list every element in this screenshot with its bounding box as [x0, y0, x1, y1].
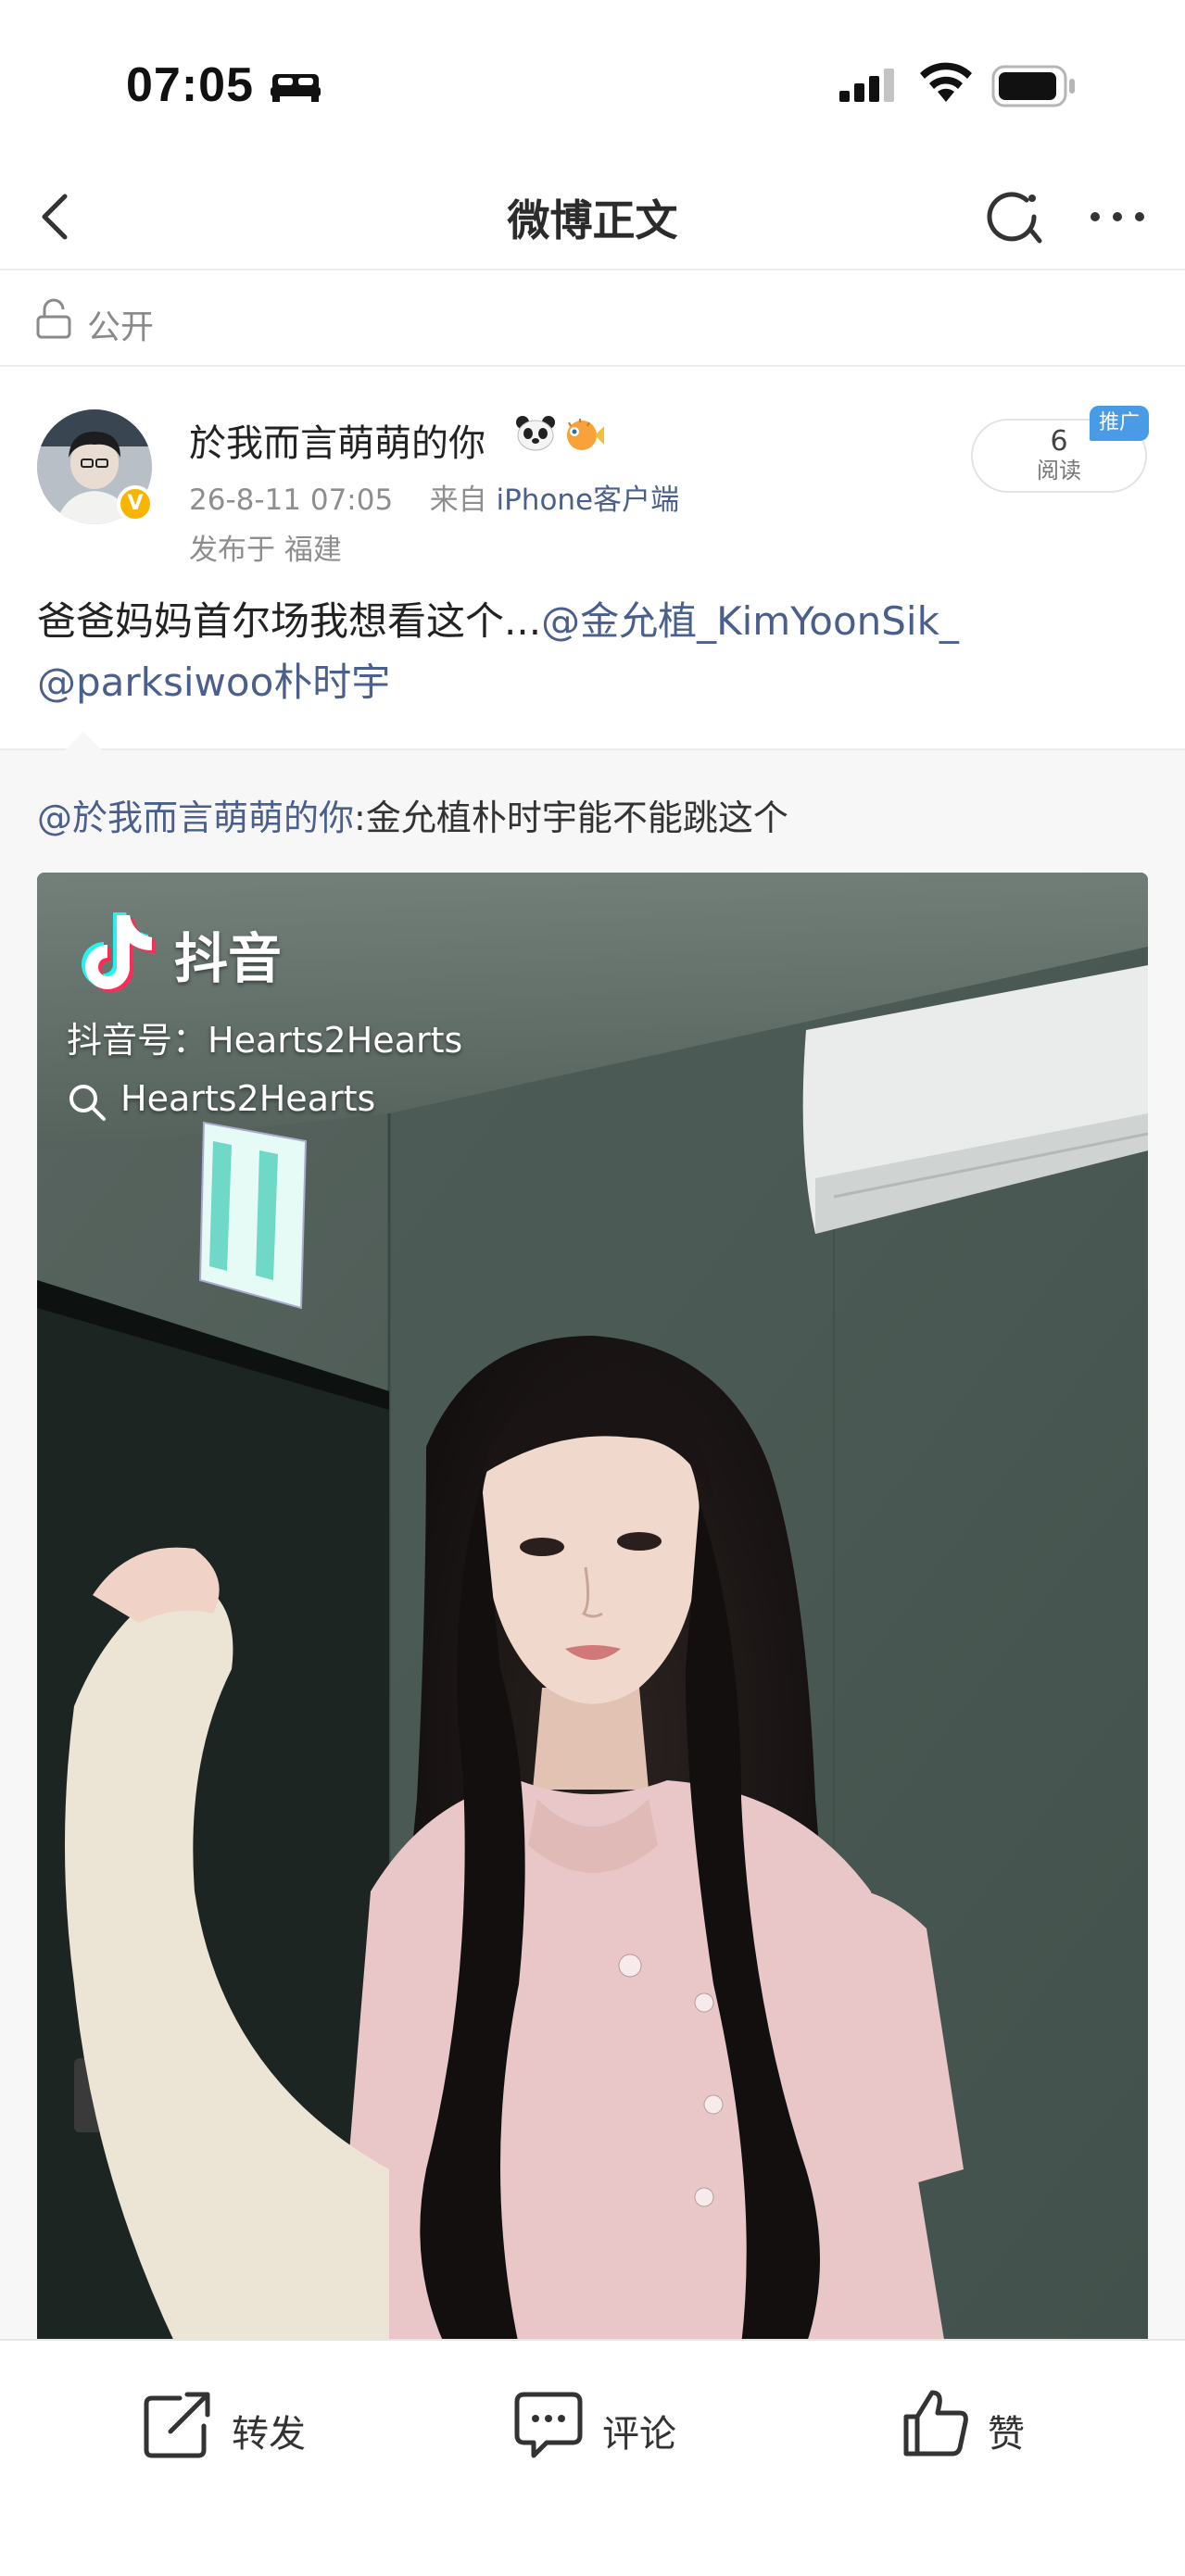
- douyin-brand: 抖音: [174, 927, 283, 990]
- panda-emoji-icon: [516, 416, 555, 451]
- post-source[interactable]: iPhone客户端: [496, 484, 679, 517]
- video-player[interactable]: 抖音 抖音号：Hearts2Hearts Hearts2Hearts: [37, 873, 1148, 2345]
- promote-tag[interactable]: 推广: [1090, 406, 1149, 441]
- refresh-icon[interactable]: [977, 180, 1051, 254]
- douyin-logo-icon: [82, 912, 156, 992]
- douyin-search-text: Hearts2Hearts: [120, 1078, 376, 1119]
- battery-icon: [991, 65, 1075, 107]
- repost-text: :金允植朴时宇能不能跳这个: [354, 798, 788, 838]
- comment-button[interactable]: 评论: [513, 2385, 717, 2469]
- post-timestamp: 26-8-11 07:05: [189, 484, 394, 517]
- wifi-icon: [920, 62, 972, 102]
- visibility-row[interactable]: 公开: [0, 270, 1185, 367]
- username[interactable]: 於我而言萌萌的你: [189, 413, 485, 467]
- post-card: V 於我而言萌萌的你 26-8-11 07:05 来自 iPhone客户端 发布…: [0, 369, 1185, 747]
- like-button[interactable]: 赞: [901, 2385, 1067, 2469]
- comment-bubble-icon: [514, 2392, 583, 2458]
- repost-body: @於我而言萌萌的你:金允植朴时宇能不能跳这个: [37, 789, 788, 840]
- bottom-action-bar: 转发 评论 赞: [0, 2339, 1185, 2576]
- verified-v-icon: V: [127, 492, 144, 515]
- more-icon[interactable]: [1080, 180, 1154, 254]
- post-meta: 26-8-11 07:05 来自 iPhone客户端: [189, 476, 679, 518]
- status-bar: 07:05: [0, 0, 1185, 167]
- mention-link[interactable]: @parksiwoo朴时宇: [37, 660, 390, 705]
- source-prefix: 来自: [429, 484, 487, 517]
- repost-button[interactable]: 转发: [143, 2385, 347, 2469]
- comment-label: 评论: [602, 2413, 676, 2456]
- thumbs-up-icon: [903, 2390, 968, 2457]
- verified-badge: V: [117, 485, 154, 522]
- post-body: 爸爸妈妈首尔场我想看这个...@金允植_KimYoonSik_ @parksiw…: [37, 591, 1158, 713]
- read-label: 阅读: [1037, 458, 1081, 484]
- nav-bar: 微博正文: [0, 167, 1185, 270]
- post-location: 发布于 福建: [189, 534, 342, 567]
- repost-pointer: [65, 732, 102, 750]
- status-time: 07:05: [126, 58, 254, 112]
- repost-label: 转发: [232, 2413, 306, 2456]
- repost-author-mention[interactable]: @於我而言萌萌的你: [37, 798, 354, 838]
- pufferfish-emoji-icon: [567, 419, 604, 450]
- mention-link[interactable]: @金允植_KimYoonSik_: [541, 598, 959, 644]
- cellular-signal-icon: [839, 69, 894, 102]
- unlock-icon: [36, 298, 71, 339]
- like-label: 赞: [988, 2413, 1025, 2456]
- share-arrow-icon: [144, 2392, 210, 2458]
- visibility-label: 公开: [87, 308, 155, 346]
- post-text: 爸爸妈妈首尔场我想看这个...: [37, 598, 542, 644]
- back-arrow-icon[interactable]: [22, 180, 96, 254]
- douyin-account: 抖音号：Hearts2Hearts: [67, 1020, 463, 1061]
- sleep-focus-icon: [271, 74, 321, 102]
- repost-card[interactable]: @於我而言萌萌的你:金允植朴时宇能不能跳这个 抖音 抖音号：Hearts2Hea…: [0, 732, 1185, 2345]
